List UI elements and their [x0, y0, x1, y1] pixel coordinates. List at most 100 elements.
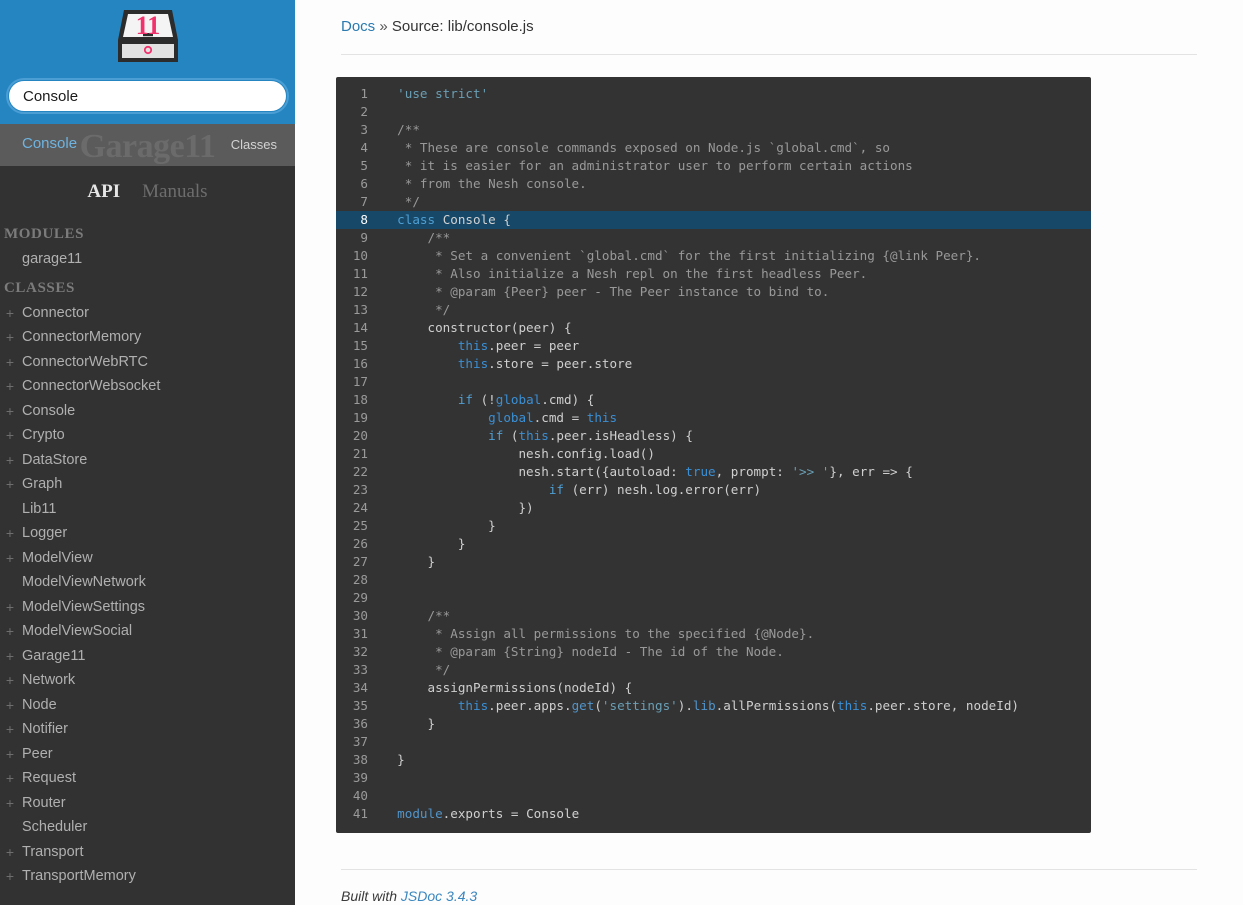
expand-toggle-icon[interactable]: +	[4, 521, 16, 546]
code-token: /**	[382, 122, 420, 137]
expand-toggle-icon[interactable]: +	[4, 350, 16, 375]
sub-nav-item-api[interactable]: API	[87, 181, 120, 203]
expand-toggle-icon[interactable]: +	[4, 325, 16, 350]
sidebar-item-request[interactable]: + Request	[0, 766, 295, 791]
sidebar-item-modelview[interactable]: + ModelView	[0, 546, 295, 571]
sidebar-item-peer[interactable]: + Peer	[0, 742, 295, 767]
code-line: 4 * These are console commands exposed o…	[336, 139, 1091, 157]
sidebar-item-router[interactable]: + Router	[0, 791, 295, 816]
sidebar-item-transportmemory[interactable]: + TransportMemory	[0, 864, 295, 889]
sidebar-item-label: ConnectorMemory	[22, 329, 142, 345]
code-line: 35 this.peer.apps.get('settings').lib.al…	[336, 697, 1091, 715]
code-line-number: 1	[360, 86, 368, 101]
expand-toggle-icon[interactable]: +	[4, 423, 16, 448]
expand-toggle-icon[interactable]: +	[4, 595, 16, 620]
code-line-number: 16	[352, 356, 368, 371]
expand-toggle-icon[interactable]: +	[4, 717, 16, 742]
expand-toggle-icon[interactable]: +	[4, 399, 16, 424]
code-line-number: 19	[352, 410, 368, 425]
breadcrumb-link-docs[interactable]: Docs	[341, 18, 375, 35]
code-line: 6 * from the Nesh console.	[336, 175, 1091, 193]
sidebar-item-garage11[interactable]: + Garage11	[0, 644, 295, 669]
expand-toggle-icon[interactable]: +	[4, 864, 16, 889]
code-line: 21 nesh.config.load()	[336, 445, 1091, 463]
code-token: nesh.start({autoload:	[382, 464, 686, 479]
expand-toggle-icon[interactable]: +	[4, 619, 16, 644]
sidebar-item-garage11[interactable]: garage11	[0, 247, 295, 272]
expand-toggle-icon[interactable]: +	[4, 742, 16, 767]
code-token: Console	[442, 212, 496, 227]
sidebar-item-transport[interactable]: + Transport	[0, 840, 295, 865]
code-line: 23 if (err) nesh.log.error(err)	[336, 481, 1091, 499]
code-token: /**	[382, 608, 451, 623]
expand-toggle-icon[interactable]: +	[4, 766, 16, 791]
code-line: 40	[336, 787, 1091, 805]
sidebar-item-notifier[interactable]: + Notifier	[0, 717, 295, 742]
code-line: 33 */	[336, 661, 1091, 679]
code-line: 7 */	[336, 193, 1091, 211]
sidebar-item-network[interactable]: + Network	[0, 668, 295, 693]
sidebar-item-lib11[interactable]: Lib11	[0, 497, 295, 522]
sidebar-item-connector[interactable]: + Connector	[0, 301, 295, 326]
expand-toggle-icon[interactable]: +	[4, 693, 16, 718]
expand-toggle-icon[interactable]: +	[4, 374, 16, 399]
sidebar-item-graph[interactable]: + Graph	[0, 472, 295, 497]
sidebar-item-connectorwebrtc[interactable]: + ConnectorWebRTC	[0, 350, 295, 375]
expand-toggle-icon[interactable]: +	[4, 791, 16, 816]
sidebar-item-modelviewnetwork[interactable]: ModelViewNetwork	[0, 570, 295, 595]
code-line-number: 7	[360, 194, 368, 209]
expand-toggle-icon[interactable]: +	[4, 840, 16, 865]
sidebar-item-node[interactable]: + Node	[0, 693, 295, 718]
code-token: 'use strict'	[397, 86, 489, 101]
footer-link-jsdoc[interactable]: JSDoc 3.4.3	[401, 888, 477, 904]
sidebar-item-console[interactable]: + Console	[0, 399, 295, 424]
code-token: (err) nesh.log.error(err)	[563, 482, 762, 497]
code-token: }	[382, 554, 436, 569]
code-line: 8 class Console {	[336, 211, 1091, 229]
code-line: 11 * Also initialize a Nesh repl on the …	[336, 265, 1091, 283]
sidebar-item-crypto[interactable]: + Crypto	[0, 423, 295, 448]
expand-toggle-icon[interactable]: +	[4, 644, 16, 669]
code-token: * it is easier for an administrator user…	[382, 158, 913, 173]
code-line-number: 40	[352, 788, 368, 803]
code-line-number: 21	[352, 446, 368, 461]
code-line-number: 9	[360, 230, 368, 245]
sidebar-item-modelviewsocial[interactable]: + ModelViewSocial	[0, 619, 295, 644]
expand-toggle-icon[interactable]: +	[4, 546, 16, 571]
sidebar-item-connectormemory[interactable]: + ConnectorMemory	[0, 325, 295, 350]
code-token: 'settings'	[601, 698, 678, 713]
code-token: */	[382, 662, 451, 677]
sidebar-scroll-area[interactable]: MODULES garage11 CLASSES + Connector + Conn…	[0, 218, 295, 889]
code-token: .store = peer.store	[488, 356, 633, 371]
code-line-number: 27	[352, 554, 368, 569]
code-line: 27 }	[336, 553, 1091, 571]
code-line: 28	[336, 571, 1091, 589]
nav-strip-current-label[interactable]: Console	[22, 135, 77, 152]
sidebar-item-modelviewsettings[interactable]: + ModelViewSettings	[0, 595, 295, 620]
sidebar-item-scheduler[interactable]: Scheduler	[0, 815, 295, 840]
expand-toggle-icon[interactable]: +	[4, 301, 16, 326]
code-line-number: 6	[360, 176, 368, 191]
main-content: Docs » Source: lib/console.js 1 'use str…	[295, 0, 1243, 905]
code-line-number: 11	[352, 266, 368, 281]
expand-toggle-icon[interactable]: +	[4, 448, 16, 473]
code-line: 31 * Assign all permissions to the speci…	[336, 625, 1091, 643]
code-line-number: 5	[360, 158, 368, 173]
search-input[interactable]	[9, 81, 286, 111]
code-token: .peer.isHeadless) {	[548, 428, 693, 443]
sub-nav-item-manuals[interactable]: Manuals	[142, 181, 207, 203]
sidebar-item-datastore[interactable]: + DataStore	[0, 448, 295, 473]
sidebar-item-label: DataStore	[22, 451, 88, 468]
sidebar-item-label: ConnectorWebsocket	[22, 378, 161, 394]
expand-toggle-icon[interactable]: +	[4, 472, 16, 497]
code-line: 2	[336, 103, 1091, 121]
nav-strip-category-label[interactable]: Classes	[231, 137, 277, 152]
expand-toggle-icon[interactable]: +	[4, 668, 16, 693]
sidebar-item-connectorwebsocket[interactable]: + ConnectorWebsocket	[0, 374, 295, 399]
sidebar-item-logger[interactable]: + Logger	[0, 521, 295, 546]
source-code-block[interactable]: 1 'use strict' 2 3 /** 4 * These are conso…	[336, 77, 1091, 833]
code-line: 24 })	[336, 499, 1091, 517]
code-line: 19 global.cmd = this	[336, 409, 1091, 427]
